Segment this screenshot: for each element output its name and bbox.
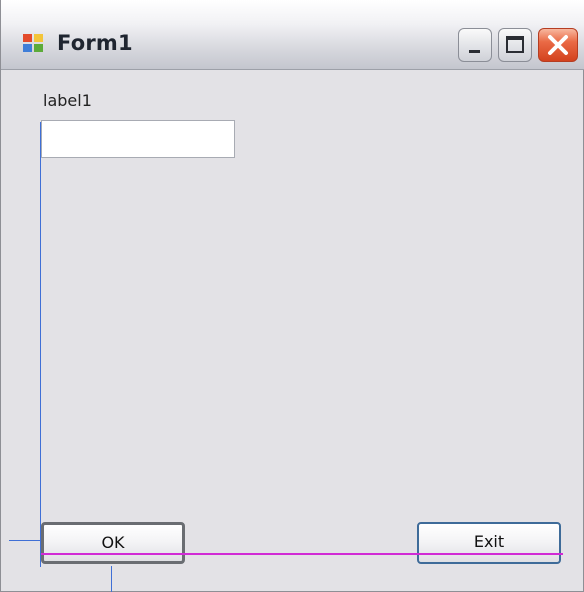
app-icon	[23, 34, 43, 52]
exit-button[interactable]: Exit	[417, 522, 561, 564]
maximize-icon	[506, 36, 524, 53]
close-button[interactable]	[538, 28, 578, 62]
close-icon	[548, 35, 568, 55]
selection-guide-horizontal	[9, 540, 43, 541]
maximize-button[interactable]	[498, 28, 532, 62]
ok-button[interactable]: OK	[41, 522, 185, 564]
title-bar[interactable]: Form1	[1, 0, 584, 70]
minimize-button[interactable]	[458, 28, 492, 62]
window-title: Form1	[57, 31, 133, 55]
textbox1[interactable]	[41, 120, 235, 158]
snapline-guide	[41, 553, 563, 555]
selection-guide-bottom	[111, 566, 112, 592]
selection-guide-vertical	[40, 122, 41, 567]
minimize-icon	[469, 50, 480, 53]
form-window: Form1 label1 OK Exit	[0, 0, 584, 592]
label1: label1	[43, 91, 92, 110]
